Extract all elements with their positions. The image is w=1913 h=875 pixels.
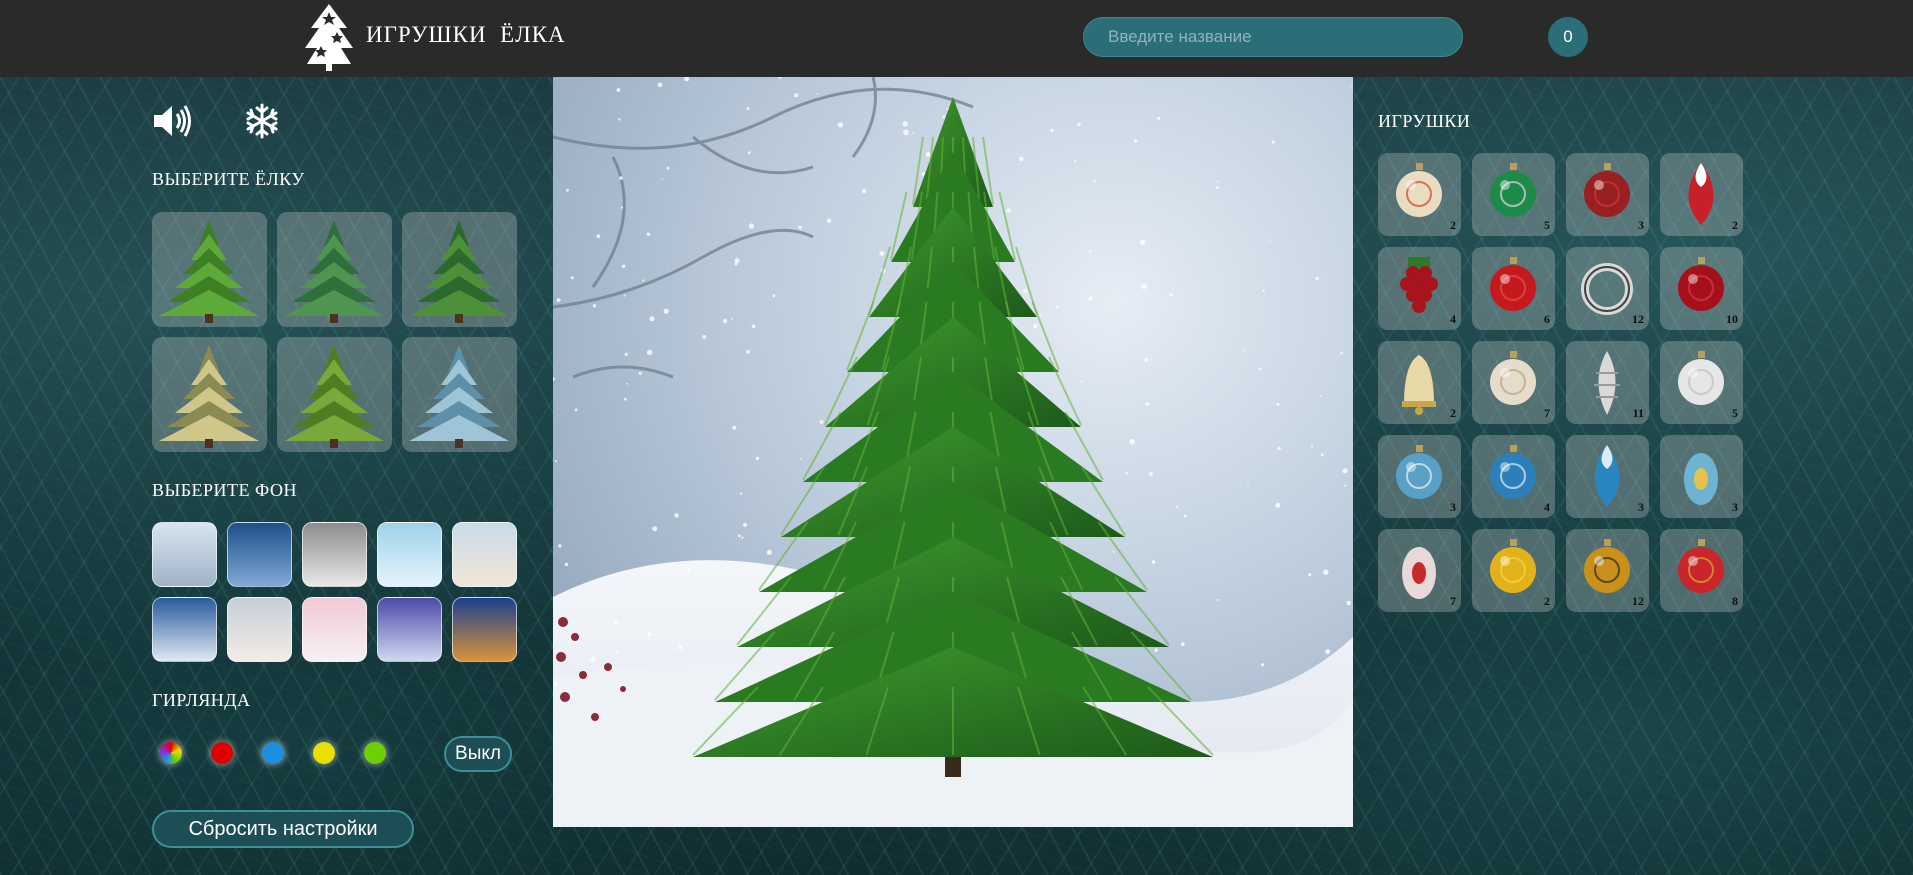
ornament-icon	[1402, 355, 1436, 415]
sound-icon[interactable]	[152, 103, 194, 139]
toy-count: 3	[1732, 500, 1738, 514]
background-option-3[interactable]	[302, 522, 367, 587]
tree-option-6[interactable]	[402, 337, 517, 452]
tree-option-4[interactable]	[152, 337, 267, 452]
ornament-icon	[1400, 257, 1438, 313]
toy-item-2[interactable]: 5	[1472, 153, 1555, 236]
toy-item-9[interactable]: 2	[1378, 341, 1461, 424]
garland-toggle-button[interactable]: Выкл	[444, 736, 512, 772]
toy-count: 7	[1450, 594, 1456, 608]
toy-item-15[interactable]: 3	[1566, 435, 1649, 518]
toy-count: 3	[1450, 500, 1456, 514]
selected-toys-counter: 0	[1548, 17, 1588, 57]
reset-settings-button[interactable]: Сбросить настройки	[152, 810, 414, 848]
ornament-icon	[1490, 257, 1536, 311]
toy-item-4[interactable]: 2	[1660, 153, 1743, 236]
toy-count: 12	[1632, 312, 1644, 326]
background-option-10[interactable]	[452, 597, 517, 662]
toy-count: 6	[1544, 312, 1550, 326]
header: ИГРУШКИ ЁЛКА 0	[0, 0, 1913, 77]
toy-item-16[interactable]: 3	[1660, 435, 1743, 518]
garland-color-3[interactable]	[262, 742, 284, 764]
search-input[interactable]	[1083, 17, 1463, 57]
tree-option-3[interactable]	[402, 212, 517, 327]
ornament-icon	[1490, 445, 1536, 499]
tree-scene[interactable]	[553, 77, 1353, 827]
toy-count: 5	[1544, 218, 1550, 232]
garland-color-2[interactable]	[211, 742, 233, 764]
tree-section-title: ВЫБЕРИТЕ ЁЛКУ	[152, 169, 305, 189]
fir-tree-icon	[284, 345, 384, 448]
toy-count: 3	[1638, 218, 1644, 232]
toy-count: 3	[1638, 500, 1644, 514]
ornament-icon	[1584, 163, 1630, 217]
ornament-icon	[1402, 547, 1436, 599]
toy-count: 10	[1726, 312, 1738, 326]
toy-item-19[interactable]: 12	[1566, 529, 1649, 612]
tree-option-5[interactable]	[277, 337, 392, 452]
tree-option-1[interactable]	[152, 212, 267, 327]
fir-tree-icon	[409, 345, 509, 448]
toy-count: 11	[1632, 406, 1644, 420]
toy-item-5[interactable]: 4	[1378, 247, 1461, 330]
background-option-7[interactable]	[227, 597, 292, 662]
background-option-4[interactable]	[377, 522, 442, 587]
background-option-5[interactable]	[452, 522, 517, 587]
toy-item-3[interactable]: 3	[1566, 153, 1649, 236]
background-option-1[interactable]	[152, 522, 217, 587]
toy-count: 4	[1450, 312, 1456, 326]
toys-section-title: ИГРУШКИ	[1378, 111, 1471, 131]
garland-section-title: ГИРЛЯНДА	[152, 690, 251, 710]
toy-count: 2	[1732, 218, 1738, 232]
toy-item-8[interactable]: 10	[1660, 247, 1743, 330]
toy-item-10[interactable]: 7	[1472, 341, 1555, 424]
tree-logo-icon[interactable]	[303, 2, 355, 72]
background-option-9[interactable]	[377, 597, 442, 662]
toy-item-18[interactable]: 2	[1472, 529, 1555, 612]
toy-item-7[interactable]: 12	[1566, 247, 1649, 330]
toy-count: 4	[1544, 500, 1550, 514]
toy-item-14[interactable]: 4	[1472, 435, 1555, 518]
tree-option-2[interactable]	[277, 212, 392, 327]
ornament-icon	[1490, 163, 1536, 217]
toy-item-1[interactable]: 2	[1378, 153, 1461, 236]
toy-count: 12	[1632, 594, 1644, 608]
background-section-title: ВЫБЕРИТЕ ФОН	[152, 480, 297, 500]
garland-color-5[interactable]	[364, 742, 386, 764]
garland-color-4[interactable]	[313, 742, 335, 764]
ornament-icon	[1490, 351, 1536, 405]
toy-item-20[interactable]: 8	[1660, 529, 1743, 612]
toy-count: 2	[1450, 406, 1456, 420]
toy-item-6[interactable]: 6	[1472, 247, 1555, 330]
toy-count: 5	[1732, 406, 1738, 420]
toy-count: 2	[1544, 594, 1550, 608]
toy-item-11[interactable]: 11	[1566, 341, 1649, 424]
fir-tree-icon	[159, 345, 259, 448]
fir-tree-icon	[159, 220, 259, 323]
ornament-icon	[1678, 351, 1724, 405]
fir-tree-icon	[409, 220, 509, 323]
ornament-icon	[1594, 445, 1620, 507]
background-option-8[interactable]	[302, 597, 367, 662]
ornament-icon	[1684, 453, 1718, 505]
background-option-2[interactable]	[227, 522, 292, 587]
toy-count: 2	[1450, 218, 1456, 232]
ornament-icon	[1688, 163, 1714, 225]
toy-item-13[interactable]: 3	[1378, 435, 1461, 518]
app-title: ИГРУШКИ ЁЛКА	[366, 22, 566, 47]
ornament-icon	[1396, 445, 1442, 499]
garland-color-1[interactable]	[160, 742, 182, 764]
winter-scene-illustration	[553, 77, 1353, 827]
ornament-icon	[1678, 539, 1724, 593]
toy-item-12[interactable]: 5	[1660, 341, 1743, 424]
toy-count: 7	[1544, 406, 1550, 420]
fir-tree-icon	[284, 220, 384, 323]
toy-item-17[interactable]: 7	[1378, 529, 1461, 612]
ornament-icon	[1490, 539, 1536, 593]
ornament-icon	[1396, 163, 1442, 217]
background-option-6[interactable]	[152, 597, 217, 662]
toy-count: 8	[1732, 594, 1738, 608]
snowflake-icon[interactable]	[244, 103, 280, 139]
